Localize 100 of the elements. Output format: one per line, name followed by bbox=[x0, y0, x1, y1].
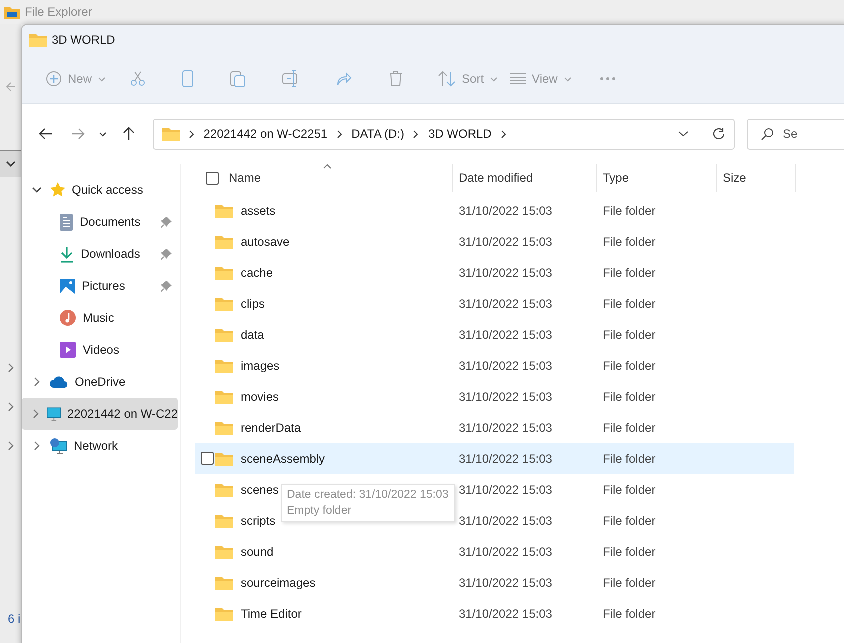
music-icon bbox=[60, 310, 76, 326]
chevron-right-icon bbox=[8, 402, 14, 412]
date-cell-text: 31/10/2022 15:03 bbox=[458, 296, 554, 310]
address-bar[interactable]: 22021442 on W-C2251 DATA (D:) 3D WORLD bbox=[152, 118, 735, 150]
tooltip-text: Date created: 31/10/2022 15:03 bbox=[287, 488, 449, 503]
folder-icon bbox=[29, 33, 47, 47]
column-header[interactable]: Type bbox=[597, 164, 717, 192]
file-name: clips bbox=[241, 296, 266, 310]
lines-icon bbox=[510, 73, 526, 85]
file-name: sceneAssembly bbox=[241, 452, 326, 466]
folder-icon bbox=[215, 296, 233, 310]
share-icon[interactable] bbox=[336, 71, 352, 87]
type-cell-text: File folder bbox=[602, 482, 657, 496]
folder-icon bbox=[215, 606, 233, 620]
trash-icon[interactable] bbox=[388, 71, 404, 87]
breadcrumb[interactable]: DATA (D:) bbox=[352, 127, 404, 141]
file-name: sourceimages bbox=[241, 576, 316, 590]
folder-icon bbox=[215, 420, 233, 434]
file-name: autosave bbox=[241, 234, 290, 248]
arrow-left-icon bbox=[6, 82, 16, 92]
folder-icon bbox=[215, 452, 233, 466]
folder-icon bbox=[215, 358, 233, 372]
sidebar-item[interactable]: OneDrive bbox=[22, 366, 178, 398]
file-name: movies bbox=[241, 390, 280, 404]
tooltip-text: Empty folder bbox=[287, 504, 353, 519]
video-icon bbox=[60, 342, 76, 358]
type-cell-text: File folder bbox=[602, 544, 657, 558]
type-cell-text: File folder bbox=[602, 328, 657, 342]
more-icon[interactable] bbox=[600, 77, 616, 81]
sidebar-item[interactable]: Downloads bbox=[22, 238, 178, 270]
download-icon bbox=[60, 246, 74, 262]
file-name: cache bbox=[241, 266, 274, 280]
file-row[interactable]: sceneAssembly 31/10/2022 15:03 File folder bbox=[195, 443, 794, 474]
file-name: assets bbox=[241, 204, 276, 218]
date-cell-text: 31/10/2022 15:03 bbox=[458, 266, 554, 280]
sidebar-item[interactable]: Quick access bbox=[22, 174, 178, 206]
folder-icon bbox=[215, 482, 233, 496]
date-cell-text: 31/10/2022 15:03 bbox=[458, 606, 554, 620]
date-cell-text: 31/10/2022 15:03 bbox=[458, 576, 554, 590]
star-icon bbox=[50, 182, 66, 198]
paste-icon[interactable] bbox=[230, 70, 246, 88]
chevron-right-icon bbox=[8, 363, 14, 373]
file-name: images bbox=[241, 358, 280, 372]
arrow-right-icon bbox=[70, 128, 85, 140]
date-cell-text: 31/10/2022 15:03 bbox=[458, 390, 554, 404]
chevron-down-icon[interactable] bbox=[678, 131, 689, 137]
chevron-down-icon bbox=[6, 161, 16, 167]
file-name: renderData bbox=[241, 420, 302, 434]
folder-icon bbox=[215, 544, 233, 558]
breadcrumb[interactable]: 22021442 on W-C2251 bbox=[204, 127, 328, 141]
row-checkbox[interactable] bbox=[201, 452, 214, 465]
copy-icon[interactable] bbox=[182, 70, 194, 88]
type-cell-text: File folder bbox=[602, 204, 657, 218]
type-cell-text: File folder bbox=[602, 514, 657, 528]
caret-icon bbox=[98, 76, 106, 82]
type-cell-text: File folder bbox=[602, 452, 657, 466]
date-cell-text: 31/10/2022 15:03 bbox=[458, 234, 554, 248]
file-name: sound bbox=[241, 544, 274, 558]
folder-icon bbox=[215, 390, 233, 404]
date-cell-text: 31/10/2022 15:03 bbox=[458, 358, 554, 372]
sidebar-item[interactable]: Pictures bbox=[22, 270, 178, 302]
plus-circle-icon bbox=[46, 71, 62, 87]
chevron-down-icon[interactable] bbox=[30, 187, 44, 193]
document-icon bbox=[60, 214, 73, 230]
scissors-icon[interactable] bbox=[130, 71, 146, 87]
chevron-right-icon bbox=[500, 130, 507, 138]
column-header[interactable]: Size bbox=[717, 164, 796, 192]
folder-icon bbox=[215, 266, 233, 280]
network-icon bbox=[50, 438, 68, 454]
file-name: Time Editor bbox=[241, 606, 302, 620]
date-cell-text: 31/10/2022 15:03 bbox=[458, 204, 554, 218]
sidebar-item[interactable]: 22021442 on W-C22 bbox=[22, 398, 178, 430]
sidebar-item[interactable]: Network bbox=[22, 430, 178, 462]
date-cell-text: 31/10/2022 15:03 bbox=[458, 420, 554, 434]
search-field[interactable]: Se bbox=[746, 118, 844, 150]
arrow-left-icon bbox=[38, 128, 53, 140]
folder-icon bbox=[215, 328, 233, 342]
type-cell-text: File folder bbox=[602, 576, 657, 590]
caret-icon bbox=[99, 132, 108, 136]
column-header[interactable]: Name bbox=[195, 164, 453, 192]
breadcrumb[interactable]: 3D WORLD bbox=[428, 127, 492, 141]
window-title: File Explorer bbox=[25, 5, 92, 19]
date-cell-text: 31/10/2022 15:03 bbox=[458, 544, 554, 558]
status-text: 6 i bbox=[8, 612, 21, 626]
sidebar-item[interactable]: Music bbox=[22, 302, 178, 334]
caret-icon bbox=[490, 76, 498, 82]
folder-icon bbox=[162, 127, 180, 141]
window-title: 3D WORLD bbox=[52, 33, 116, 47]
folder-icon bbox=[4, 5, 20, 19]
date-cell-text: 31/10/2022 15:03 bbox=[458, 328, 554, 342]
sidebar-item[interactable]: Documents bbox=[22, 206, 178, 238]
column-header[interactable]: Date modified bbox=[453, 164, 597, 192]
chevron-right-icon bbox=[8, 441, 14, 451]
sidebar-item[interactable]: Videos bbox=[22, 334, 178, 366]
select-all-checkbox[interactable] bbox=[206, 172, 219, 184]
refresh-icon[interactable] bbox=[712, 127, 726, 141]
picture-icon bbox=[60, 278, 75, 294]
rename-icon[interactable] bbox=[282, 70, 300, 88]
file-name: scenes bbox=[241, 482, 280, 496]
caret-icon bbox=[564, 76, 572, 82]
